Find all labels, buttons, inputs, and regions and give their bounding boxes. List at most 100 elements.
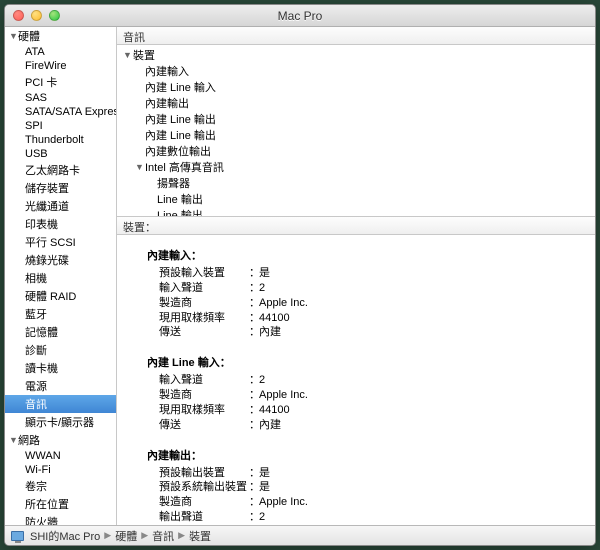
system-profiler-window: Mac Pro ▼硬體ATAFireWirePCI 卡SASSATA/SATA … (4, 4, 596, 546)
tree-label: 內建數位輸出 (145, 143, 211, 159)
tree-label: 內建輸入 (145, 63, 189, 79)
breadcrumb[interactable]: SHI的Mac Pro (30, 528, 100, 544)
tree-label: 內建 Line 輸出 (145, 127, 216, 143)
sidebar-item[interactable]: 平行 SCSI (5, 233, 116, 251)
detail-value: 2 (259, 510, 265, 525)
sidebar-item[interactable]: 光纖通道 (5, 197, 116, 215)
tree-row[interactable]: Line 輸出 (117, 207, 595, 217)
minimize-icon[interactable] (31, 10, 42, 21)
detail-row: 傳送：內建 (159, 325, 595, 340)
top-pane-header: 音訊 (117, 27, 595, 45)
tree-row[interactable]: Line 輸出 (117, 191, 595, 207)
detail-row: 現用取樣頻率：44100 (159, 403, 595, 418)
traffic-lights (5, 10, 60, 21)
detail-section-title: 內建輸入： (147, 247, 595, 263)
sidebar-group[interactable]: ▼網路 (5, 431, 116, 449)
sidebar-item[interactable]: 顯示卡/顯示器 (5, 413, 116, 431)
tree-label: Line 輸出 (157, 207, 203, 217)
sidebar-item[interactable]: PCI 卡 (5, 73, 116, 91)
tree-row[interactable]: 內建輸出 (117, 95, 595, 111)
disclosure-triangle-icon: ▼ (9, 435, 18, 445)
tree-label: 內建輸出 (145, 95, 189, 111)
chevron-right-icon: ▶ (178, 530, 185, 541)
detail-row: 製造商：Apple Inc. (159, 388, 595, 403)
sidebar-item[interactable]: 音訊 (5, 395, 116, 413)
sidebar-item[interactable]: 防火牆 (5, 513, 116, 525)
sidebar-item[interactable]: SAS (5, 91, 116, 105)
detail-value: 44100 (259, 403, 290, 418)
statusbar: SHI的Mac Pro▶硬體▶音訊▶裝置 (5, 525, 595, 545)
zoom-icon[interactable] (49, 10, 60, 21)
tree-label: 裝置 (133, 47, 155, 63)
breadcrumb[interactable]: 裝置 (189, 528, 211, 544)
detail-key: 輸出聲道 (159, 510, 249, 525)
detail-key: 現用取樣頻率 (159, 311, 249, 326)
chevron-right-icon: ▶ (141, 530, 148, 541)
detail-row: 預設輸出裝置：是 (159, 466, 595, 481)
detail-row: 傳送：內建 (159, 418, 595, 433)
detail-pane[interactable]: 內建輸入：預設輸入裝置：是輸入聲道：2製造商：Apple Inc.現用取樣頻率：… (117, 235, 595, 525)
detail-section-title: 內建 Line 輸入： (147, 354, 595, 370)
sidebar-item[interactable]: 電源 (5, 377, 116, 395)
detail-row: 輸入聲道：2 (159, 281, 595, 296)
detail-row: 製造商：Apple Inc. (159, 296, 595, 311)
detail-key: 輸入聲道 (159, 281, 249, 296)
sidebar-item[interactable]: 讀卡機 (5, 359, 116, 377)
sidebar-item[interactable]: 硬體 RAID (5, 287, 116, 305)
computer-icon (11, 531, 24, 541)
close-icon[interactable] (13, 10, 24, 21)
detail-value: 內建 (259, 418, 281, 433)
disclosure-triangle-icon: ▼ (9, 31, 18, 41)
sidebar-item[interactable]: 藍牙 (5, 305, 116, 323)
sidebar-item[interactable]: USB (5, 147, 116, 161)
tree-row[interactable]: 內建 Line 輸入 (117, 79, 595, 95)
sidebar-item[interactable]: 診斷 (5, 341, 116, 359)
sidebar-item[interactable]: 卷宗 (5, 477, 116, 495)
tree-label: Line 輸出 (157, 191, 203, 207)
tree-row[interactable]: 揚聲器 (117, 175, 595, 191)
detail-row: 預設輸入裝置：是 (159, 266, 595, 281)
tree-label: Intel 高傳真音訊 (145, 159, 224, 175)
content-area: 音訊 ▼裝置內建輸入內建 Line 輸入內建輸出內建 Line 輸出內建 Lin… (117, 27, 595, 525)
sidebar-item[interactable]: WWAN (5, 449, 116, 463)
sidebar-item[interactable]: SATA/SATA Express (5, 105, 116, 119)
detail-key: 現用取樣頻率 (159, 403, 249, 418)
tree-row[interactable]: 內建 Line 輸出 (117, 111, 595, 127)
sidebar-item[interactable]: 相機 (5, 269, 116, 287)
sidebar-item[interactable]: FireWire (5, 59, 116, 73)
device-tree[interactable]: ▼裝置內建輸入內建 Line 輸入內建輸出內建 Line 輸出內建 Line 輸… (117, 45, 595, 217)
detail-row: 輸出聲道：2 (159, 510, 595, 525)
window-body: ▼硬體ATAFireWirePCI 卡SASSATA/SATA ExpressS… (5, 27, 595, 525)
sidebar[interactable]: ▼硬體ATAFireWirePCI 卡SASSATA/SATA ExpressS… (5, 27, 117, 525)
sidebar-item[interactable]: 所在位置 (5, 495, 116, 513)
sidebar-item[interactable]: Wi-Fi (5, 463, 116, 477)
detail-value: Apple Inc. (259, 296, 308, 311)
breadcrumb[interactable]: 硬體 (115, 528, 137, 544)
detail-row: 輸入聲道：2 (159, 373, 595, 388)
tree-label: 內建 Line 輸入 (145, 79, 216, 95)
detail-row: 製造商：Apple Inc. (159, 495, 595, 510)
sidebar-item[interactable]: 乙太網路卡 (5, 161, 116, 179)
sidebar-item[interactable]: SPI (5, 119, 116, 133)
detail-key: 傳送 (159, 325, 249, 340)
tree-row[interactable]: 內建輸入 (117, 63, 595, 79)
detail-key: 製造商 (159, 296, 249, 311)
detail-key: 預設輸出裝置 (159, 466, 249, 481)
disclosure-triangle-icon: ▼ (123, 50, 133, 60)
detail-value: 是 (259, 480, 270, 495)
detail-value: 是 (259, 266, 270, 281)
sidebar-item[interactable]: 儲存裝置 (5, 179, 116, 197)
tree-label: 內建 Line 輸出 (145, 111, 216, 127)
sidebar-item[interactable]: 印表機 (5, 215, 116, 233)
tree-row[interactable]: ▼裝置 (117, 47, 595, 63)
breadcrumb[interactable]: 音訊 (152, 528, 174, 544)
tree-row[interactable]: 內建 Line 輸出 (117, 127, 595, 143)
tree-row[interactable]: ▼Intel 高傳真音訊 (117, 159, 595, 175)
sidebar-item[interactable]: ATA (5, 45, 116, 59)
sidebar-item[interactable]: Thunderbolt (5, 133, 116, 147)
tree-row[interactable]: 內建數位輸出 (117, 143, 595, 159)
sidebar-item[interactable]: 記憶體 (5, 323, 116, 341)
detail-value: 2 (259, 281, 265, 296)
sidebar-group[interactable]: ▼硬體 (5, 27, 116, 45)
sidebar-item[interactable]: 燒錄光碟 (5, 251, 116, 269)
